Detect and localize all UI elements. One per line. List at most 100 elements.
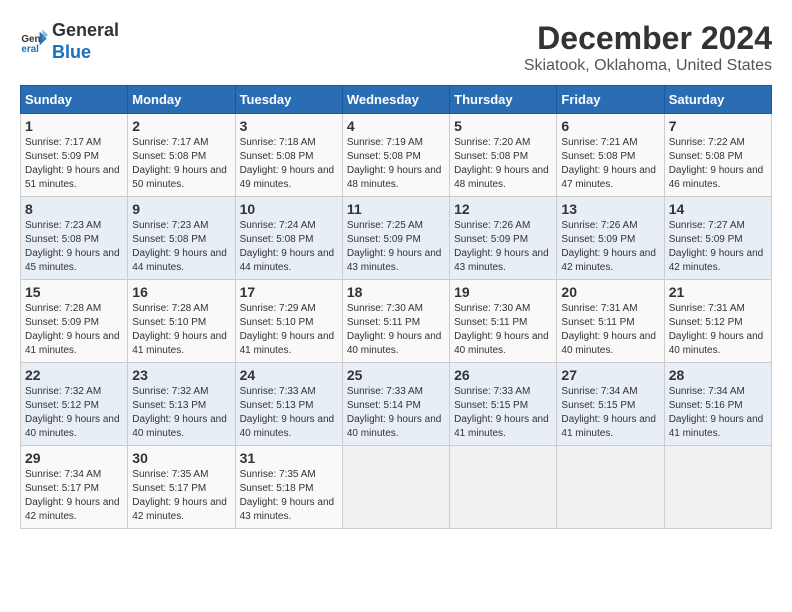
svg-text:eral: eral (21, 43, 39, 54)
day-number: 25 (347, 367, 445, 383)
day-number: 6 (561, 118, 659, 134)
day-number: 18 (347, 284, 445, 300)
day-info: Sunrise: 7:33 AMSunset: 5:14 PMDaylight:… (347, 385, 445, 441)
calendar-header-row: SundayMondayTuesdayWednesdayThursdayFrid… (21, 86, 772, 114)
column-header-friday: Friday (557, 86, 664, 114)
logo-icon: Gen eral (20, 28, 48, 56)
day-info: Sunrise: 7:32 AMSunset: 5:13 PMDaylight:… (132, 385, 230, 441)
day-number: 29 (25, 450, 123, 466)
day-info: Sunrise: 7:23 AMSunset: 5:08 PMDaylight:… (132, 219, 230, 275)
day-info: Sunrise: 7:30 AMSunset: 5:11 PMDaylight:… (347, 302, 445, 358)
calendar-cell: 14 Sunrise: 7:27 AMSunset: 5:09 PMDayligh… (664, 197, 771, 280)
day-number: 4 (347, 118, 445, 134)
calendar-cell: 16Sunrise: 7:28 AMSunset: 5:10 PMDayligh… (128, 280, 235, 363)
day-info: Sunrise: 7:34 AMSunset: 5:15 PMDaylight:… (561, 385, 659, 441)
day-number: 1 (25, 118, 123, 134)
day-info: Sunrise: 7:33 AMSunset: 5:15 PMDaylight:… (454, 385, 552, 441)
calendar-cell: 25 Sunrise: 7:33 AMSunset: 5:14 PMDayligh… (342, 363, 449, 446)
day-info: Sunrise: 7:30 AMSunset: 5:11 PMDaylight:… (454, 302, 552, 358)
day-number: 14 (669, 201, 767, 217)
calendar-table: SundayMondayTuesdayWednesdayThursdayFrid… (20, 85, 772, 529)
day-info: Sunrise: 7:20 AMSunset: 5:08 PMDaylight:… (454, 136, 552, 192)
calendar-cell: 3Sunrise: 7:18 AMSunset: 5:08 PMDaylight… (235, 114, 342, 197)
day-info: Sunrise: 7:35 AMSunset: 5:18 PMDaylight:… (240, 468, 338, 524)
calendar-cell: 21 Sunrise: 7:31 AMSunset: 5:12 PMDayligh… (664, 280, 771, 363)
day-number: 9 (132, 201, 230, 217)
calendar-cell: 22 Sunrise: 7:32 AMSunset: 5:12 PMDayligh… (21, 363, 128, 446)
day-number: 31 (240, 450, 338, 466)
calendar-cell: 20 Sunrise: 7:31 AMSunset: 5:11 PMDayligh… (557, 280, 664, 363)
calendar-cell: 26 Sunrise: 7:33 AMSunset: 5:15 PMDayligh… (450, 363, 557, 446)
day-info: Sunrise: 7:19 AMSunset: 5:08 PMDaylight:… (347, 136, 445, 192)
calendar-cell: 8 Sunrise: 7:23 AMSunset: 5:08 PMDaylight… (21, 197, 128, 280)
calendar-cell: 13 Sunrise: 7:26 AMSunset: 5:09 PMDayligh… (557, 197, 664, 280)
calendar-cell: 4 Sunrise: 7:19 AMSunset: 5:08 PMDaylight… (342, 114, 449, 197)
calendar-cell: 11Sunrise: 7:25 AMSunset: 5:09 PMDayligh… (342, 197, 449, 280)
day-number: 17 (240, 284, 338, 300)
day-number: 13 (561, 201, 659, 217)
calendar-cell: 9 Sunrise: 7:23 AMSunset: 5:08 PMDaylight… (128, 197, 235, 280)
day-number: 28 (669, 367, 767, 383)
day-number: 22 (25, 367, 123, 383)
calendar-cell: 29Sunrise: 7:34 AMSunset: 5:17 PMDayligh… (21, 446, 128, 529)
day-info: Sunrise: 7:26 AMSunset: 5:09 PMDaylight:… (561, 219, 659, 275)
calendar-cell: 18 Sunrise: 7:30 AMSunset: 5:11 PMDayligh… (342, 280, 449, 363)
calendar-cell (342, 446, 449, 529)
calendar-cell: 15 Sunrise: 7:28 AMSunset: 5:09 PMDayligh… (21, 280, 128, 363)
day-info: Sunrise: 7:21 AMSunset: 5:08 PMDaylight:… (561, 136, 659, 192)
day-number: 15 (25, 284, 123, 300)
column-header-saturday: Saturday (664, 86, 771, 114)
day-number: 3 (240, 118, 338, 134)
day-info: Sunrise: 7:28 AMSunset: 5:09 PMDaylight:… (25, 302, 123, 358)
calendar-cell: 6 Sunrise: 7:21 AMSunset: 5:08 PMDaylight… (557, 114, 664, 197)
calendar-cell: 28 Sunrise: 7:34 AMSunset: 5:16 PMDayligh… (664, 363, 771, 446)
calendar-week-row: 22 Sunrise: 7:32 AMSunset: 5:12 PMDayligh… (21, 363, 772, 446)
day-number: 30 (132, 450, 230, 466)
day-number: 26 (454, 367, 552, 383)
day-info: Sunrise: 7:25 AMSunset: 5:09 PMDaylight:… (347, 219, 445, 275)
calendar-cell: 17 Sunrise: 7:29 AMSunset: 5:10 PMDayligh… (235, 280, 342, 363)
day-info: Sunrise: 7:32 AMSunset: 5:12 PMDaylight:… (25, 385, 123, 441)
day-info: Sunrise: 7:17 AMSunset: 5:08 PMDaylight:… (132, 136, 230, 192)
day-number: 5 (454, 118, 552, 134)
calendar-cell: 10 Sunrise: 7:24 AMSunset: 5:08 PMDayligh… (235, 197, 342, 280)
page-header: Gen eral GeneralBlue December 2024 Skiat… (20, 20, 772, 75)
day-info: Sunrise: 7:17 AMSunset: 5:09 PMDaylight:… (25, 136, 123, 192)
calendar-cell: 1 Sunrise: 7:17 AMSunset: 5:09 PMDaylight… (21, 114, 128, 197)
calendar-cell: 19 Sunrise: 7:30 AMSunset: 5:11 PMDayligh… (450, 280, 557, 363)
calendar-cell: 24 Sunrise: 7:33 AMSunset: 5:13 PMDayligh… (235, 363, 342, 446)
day-number: 2 (132, 118, 230, 134)
day-info: Sunrise: 7:24 AMSunset: 5:08 PMDaylight:… (240, 219, 338, 275)
day-info: Sunrise: 7:31 AMSunset: 5:12 PMDaylight:… (669, 302, 767, 358)
day-info: Sunrise: 7:33 AMSunset: 5:13 PMDaylight:… (240, 385, 338, 441)
day-number: 10 (240, 201, 338, 217)
calendar-cell (664, 446, 771, 529)
column-header-sunday: Sunday (21, 86, 128, 114)
day-number: 23 (132, 367, 230, 383)
day-number: 24 (240, 367, 338, 383)
day-number: 8 (25, 201, 123, 217)
logo: Gen eral GeneralBlue (20, 20, 119, 63)
calendar-cell: 30 Sunrise: 7:35 AMSunset: 5:17 PMDayligh… (128, 446, 235, 529)
day-info: Sunrise: 7:34 AMSunset: 5:16 PMDaylight:… (669, 385, 767, 441)
day-number: 19 (454, 284, 552, 300)
column-header-thursday: Thursday (450, 86, 557, 114)
logo-text: GeneralBlue (52, 20, 119, 63)
day-info: Sunrise: 7:35 AMSunset: 5:17 PMDaylight:… (132, 468, 230, 524)
calendar-cell: 27 Sunrise: 7:34 AMSunset: 5:15 PMDayligh… (557, 363, 664, 446)
day-info: Sunrise: 7:29 AMSunset: 5:10 PMDaylight:… (240, 302, 338, 358)
day-number: 21 (669, 284, 767, 300)
day-number: 20 (561, 284, 659, 300)
day-number: 7 (669, 118, 767, 134)
column-header-wednesday: Wednesday (342, 86, 449, 114)
calendar-week-row: 1 Sunrise: 7:17 AMSunset: 5:09 PMDaylight… (21, 114, 772, 197)
day-number: 12 (454, 201, 552, 217)
day-info: Sunrise: 7:27 AMSunset: 5:09 PMDaylight:… (669, 219, 767, 275)
day-info: Sunrise: 7:31 AMSunset: 5:11 PMDaylight:… (561, 302, 659, 358)
calendar-cell (450, 446, 557, 529)
day-number: 27 (561, 367, 659, 383)
calendar-week-row: 15 Sunrise: 7:28 AMSunset: 5:09 PMDayligh… (21, 280, 772, 363)
calendar-cell: 12Sunrise: 7:26 AMSunset: 5:09 PMDayligh… (450, 197, 557, 280)
calendar-cell: 23 Sunrise: 7:32 AMSunset: 5:13 PMDayligh… (128, 363, 235, 446)
day-info: Sunrise: 7:23 AMSunset: 5:08 PMDaylight:… (25, 219, 123, 275)
